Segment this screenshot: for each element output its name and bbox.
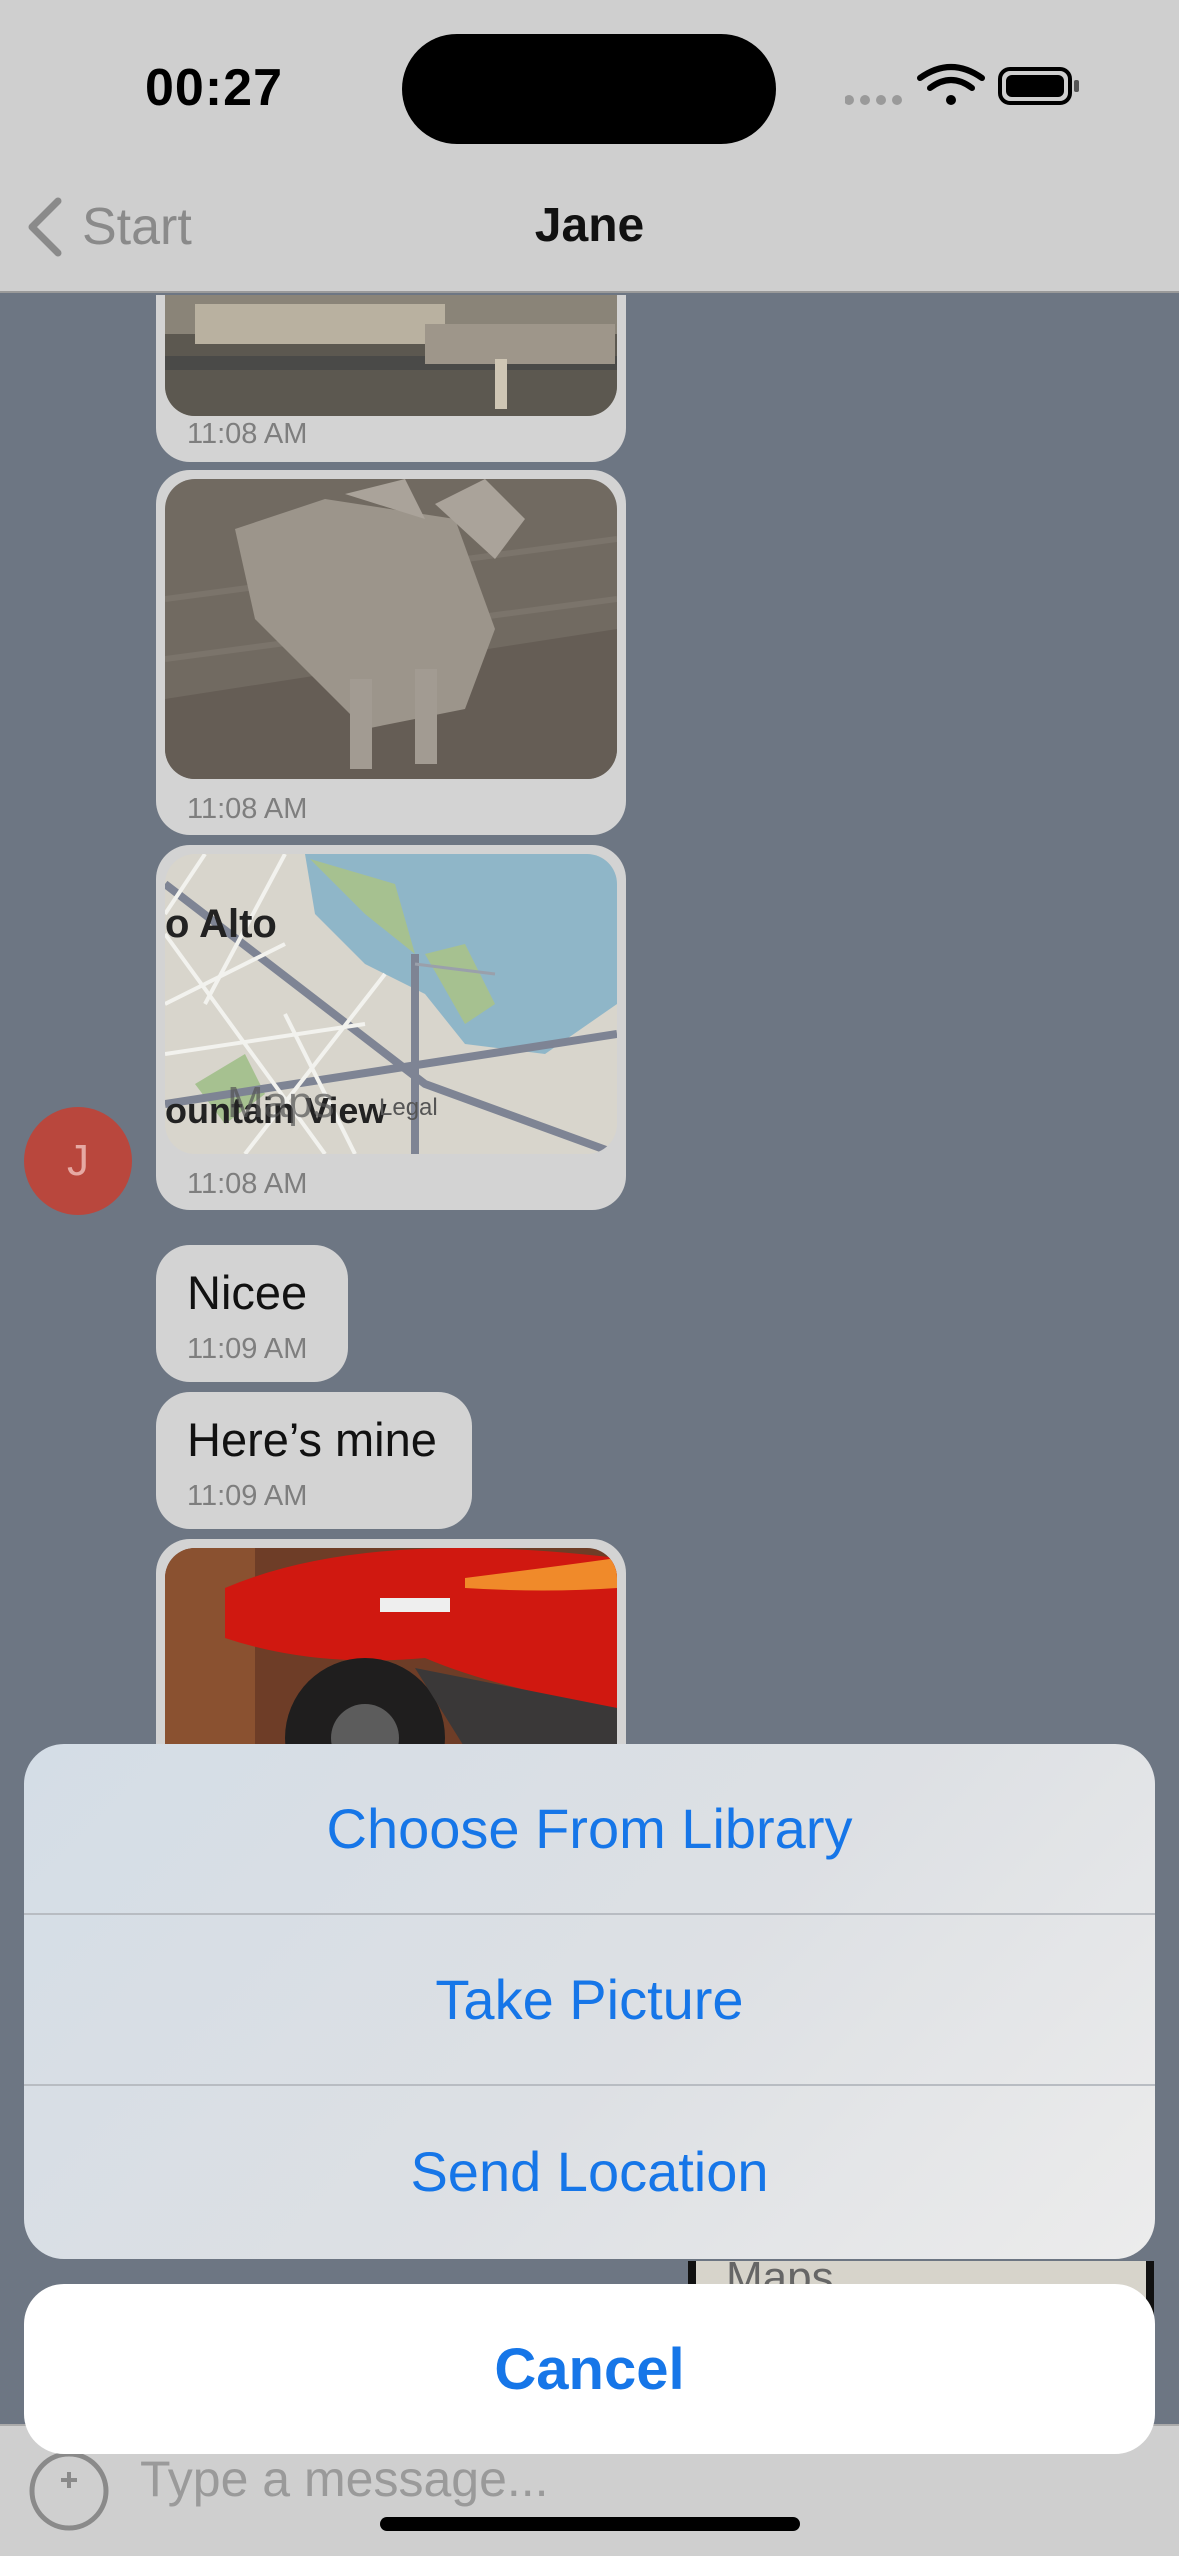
dynamic-island bbox=[402, 34, 776, 144]
status-icons bbox=[845, 64, 1079, 105]
home-indicator[interactable] bbox=[380, 2517, 800, 2531]
page-title: Jane bbox=[534, 199, 645, 252]
avatar[interactable]: J bbox=[24, 1107, 132, 1215]
send-location-button[interactable]: Send Location bbox=[24, 2086, 1155, 2257]
message-bubble-map[interactable]: o Alto ountain View Maps Legal 11:08 AM bbox=[156, 845, 626, 1210]
location-map[interactable]: o Alto ountain View Maps Legal bbox=[165, 854, 617, 1154]
message-text: Here’s mine bbox=[187, 1413, 437, 1466]
message-bubble-text[interactable]: Nicee 11:09 AM bbox=[156, 1245, 348, 1382]
photo-living-room[interactable] bbox=[165, 295, 617, 416]
message-timestamp: 11:08 AM bbox=[187, 793, 308, 825]
wifi-icon bbox=[917, 64, 985, 105]
take-picture-button[interactable]: Take Picture bbox=[24, 1915, 1155, 2086]
map-brand-label: Maps bbox=[227, 1078, 335, 1127]
message-timestamp: 11:08 AM bbox=[187, 418, 308, 450]
message-timestamp: 11:09 AM bbox=[187, 1480, 308, 1512]
add-attachment-icon[interactable] bbox=[28, 2450, 110, 2532]
message-timestamp: 11:08 AM bbox=[187, 1168, 308, 1200]
battery-icon bbox=[998, 67, 1079, 105]
message-input[interactable]: Type a message... bbox=[140, 2450, 549, 2508]
signal-icon bbox=[845, 95, 902, 105]
navigation-bar: 00:27 Start Jane bbox=[0, 0, 1179, 293]
message-text: Nicee bbox=[187, 1266, 308, 1319]
cancel-button[interactable]: Cancel bbox=[24, 2284, 1155, 2454]
action-sheet: Choose From Library Take Picture Send Lo… bbox=[24, 1744, 1155, 2259]
photo-dog[interactable] bbox=[165, 479, 617, 779]
map-legal-link[interactable]: Legal bbox=[379, 1094, 438, 1122]
choose-from-library-button[interactable]: Choose From Library bbox=[24, 1744, 1155, 1915]
message-bubble-image[interactable]: 11:08 AM bbox=[156, 470, 626, 835]
avatar-initial: J bbox=[67, 1136, 89, 1185]
status-time: 00:27 bbox=[145, 59, 283, 117]
message-bubble-image[interactable]: 11:08 AM bbox=[156, 295, 626, 462]
map-place-label: o Alto bbox=[165, 902, 277, 946]
message-bubble-text[interactable]: Here’s mine 11:09 AM bbox=[156, 1392, 472, 1529]
message-timestamp: 11:09 AM bbox=[187, 1333, 308, 1365]
